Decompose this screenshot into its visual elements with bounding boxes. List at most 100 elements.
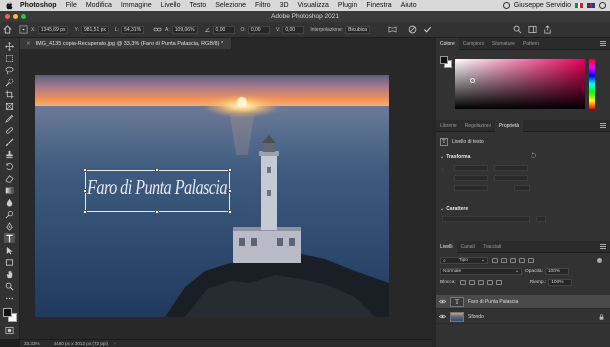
account-icon[interactable]: [599, 2, 606, 9]
foreground-background-swatches[interactable]: [3, 308, 17, 322]
layer-name[interactable]: Faro di Punta Palascia: [468, 299, 518, 305]
more-tools[interactable]: [4, 293, 15, 303]
menu-selezione[interactable]: Selezione: [215, 2, 246, 9]
font-family-field[interactable]: [442, 216, 530, 222]
menu-plugin[interactable]: Plugin: [338, 2, 357, 9]
v-skew-field[interactable]: 0,00: [282, 25, 305, 34]
reference-point-icon[interactable]: [19, 25, 28, 34]
eraser-tool[interactable]: [4, 173, 15, 183]
zoom-window-icon[interactable]: [21, 14, 26, 19]
transform-handle[interactable]: [83, 210, 87, 214]
opacity-field[interactable]: 100%: [544, 268, 569, 275]
minimize-window-icon[interactable]: [13, 14, 18, 19]
foreground-color-chip[interactable]: [440, 56, 448, 64]
character-section-header[interactable]: ⌄ Carattere: [440, 206, 468, 212]
tab-sfumature[interactable]: Sfumature: [488, 38, 519, 50]
menu-filtro[interactable]: Filtro: [255, 2, 271, 9]
tab-livelli[interactable]: Livelli: [436, 240, 457, 253]
tab-campioni[interactable]: Campioni: [459, 38, 488, 50]
blur-tool[interactable]: [4, 197, 15, 207]
frame-tool[interactable]: [4, 101, 15, 111]
fill-field[interactable]: 100%: [548, 279, 573, 286]
angle-field[interactable]: 0,00: [212, 25, 235, 34]
quick-mask-button[interactable]: [4, 325, 15, 335]
adjustment-filter-icon[interactable]: [501, 258, 507, 263]
document-info[interactable]: 4450 px x 3012 px (72 ppi): [54, 341, 108, 346]
x-position-field[interactable]: 1345,69 px: [37, 25, 69, 34]
menu-visualizza[interactable]: Visualizza: [298, 2, 329, 9]
document-tab[interactable]: ✕ IMG_4135 copia-Recuperato.jpg @ 33,3% …: [20, 38, 233, 49]
move-tool[interactable]: [4, 41, 15, 51]
blend-mode-select[interactable]: Normale ⌄: [440, 268, 522, 275]
healing-brush-tool[interactable]: [4, 125, 15, 135]
font-style-field[interactable]: [536, 216, 546, 222]
height-field[interactable]: 109,06%: [171, 25, 198, 34]
menu-immagine[interactable]: Immagine: [121, 2, 152, 9]
image-canvas[interactable]: Faro di Punta Palascia: [35, 75, 389, 317]
color-field[interactable]: [455, 59, 585, 109]
tab-canali[interactable]: Canali: [457, 241, 479, 253]
menu-testo[interactable]: Testo: [190, 2, 207, 9]
transform-handle[interactable]: [228, 189, 232, 193]
transform-handle[interactable]: [228, 168, 232, 172]
link-icon[interactable]: [153, 25, 162, 34]
layer-row[interactable]: T Faro di Punta Palascia: [436, 295, 610, 309]
y-position-field[interactable]: 981,51 px: [80, 25, 109, 34]
pixel-filter-icon[interactable]: [492, 258, 498, 263]
close-window-icon[interactable]: [5, 14, 10, 19]
history-brush-tool[interactable]: [4, 161, 15, 171]
transform-section-header[interactable]: ⌄ Trasforma: [440, 154, 470, 160]
menu-app-name[interactable]: Photoshop: [20, 2, 57, 9]
crop-tool[interactable]: [4, 89, 15, 99]
shape-tool[interactable]: [4, 257, 15, 267]
canvas-text-layer[interactable]: Faro di Punta Palascia: [87, 172, 228, 202]
text-filter-icon[interactable]: [510, 258, 516, 263]
workspace-icon[interactable]: [528, 25, 537, 34]
tab-proprieta[interactable]: Proprietà: [494, 119, 524, 132]
home-icon[interactable]: [3, 25, 12, 34]
menu-livello[interactable]: Livello: [161, 2, 181, 9]
panel-menu-icon[interactable]: [600, 244, 606, 249]
transform-handle[interactable]: [155, 210, 159, 214]
lock-transparency-icon[interactable]: [459, 280, 466, 285]
user-name[interactable]: Giuseppe Servidio: [514, 2, 571, 9]
gradient-tool[interactable]: [4, 185, 15, 195]
hand-tool[interactable]: [4, 269, 15, 279]
menu-3d[interactable]: 3D: [280, 2, 289, 9]
layer-name[interactable]: Sfondo: [468, 314, 484, 320]
eyedropper-tool[interactable]: [4, 113, 15, 123]
panel-menu-icon[interactable]: [600, 41, 606, 46]
transform-handle[interactable]: [228, 210, 232, 214]
type-tool[interactable]: [4, 233, 15, 243]
lasso-tool[interactable]: [4, 65, 15, 75]
tab-regolazioni[interactable]: Regolazioni: [461, 120, 495, 132]
clone-stamp-tool[interactable]: [4, 149, 15, 159]
warp-icon[interactable]: [388, 25, 397, 34]
menu-finestra[interactable]: Finestra: [366, 2, 391, 9]
marquee-tool[interactable]: [4, 53, 15, 63]
commit-transform-icon[interactable]: [423, 25, 432, 34]
creative-cloud-icon[interactable]: [502, 2, 510, 9]
foreground-color-swatch[interactable]: [3, 308, 12, 317]
lock-all-icon[interactable]: [495, 280, 502, 285]
layer-kind-filter[interactable]: ⌕ Tipo ⌄: [440, 257, 488, 264]
search-icon[interactable]: [513, 25, 522, 34]
uk-flag-icon[interactable]: [587, 3, 595, 8]
path-selection-tool[interactable]: [4, 245, 15, 255]
apple-icon[interactable]: [5, 1, 14, 10]
color-picker-cursor[interactable]: [470, 78, 475, 83]
share-icon[interactable]: [543, 25, 552, 34]
filter-toggle-icon[interactable]: [597, 258, 602, 263]
zoom-level[interactable]: 33,33%: [24, 341, 40, 346]
smart-object-filter-icon[interactable]: [528, 258, 534, 263]
panel-menu-icon[interactable]: [600, 123, 606, 128]
zoom-tool[interactable]: [4, 281, 15, 291]
pen-tool[interactable]: [4, 221, 15, 231]
layer-row[interactable]: Sfondo: [436, 310, 610, 324]
brush-tool[interactable]: [4, 137, 15, 147]
reset-transform-icon[interactable]: [530, 152, 537, 159]
shape-filter-icon[interactable]: [519, 258, 525, 263]
menu-aiuto[interactable]: Aiuto: [401, 2, 417, 9]
interpolation-select[interactable]: Bicubica: [345, 25, 371, 34]
tab-colore[interactable]: Colore: [436, 37, 459, 50]
